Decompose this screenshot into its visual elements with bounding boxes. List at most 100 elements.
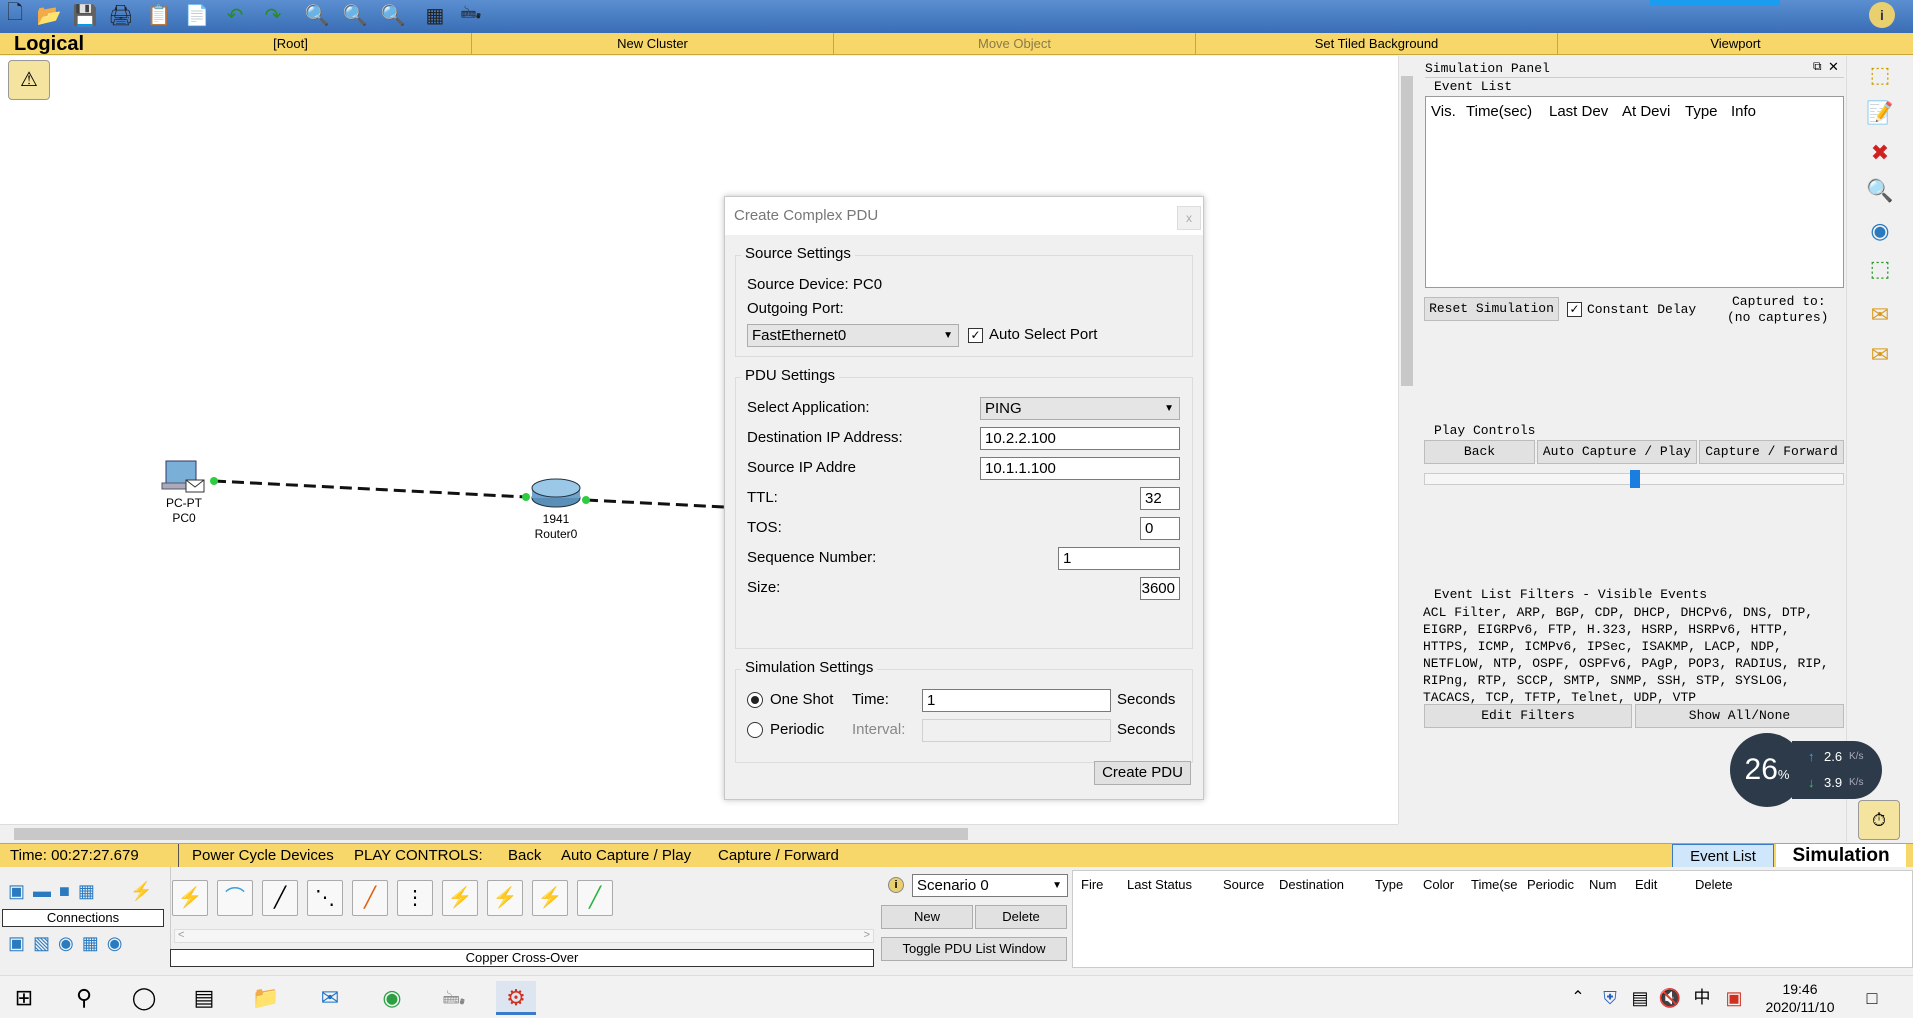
serial-dce-tool[interactable]: ⚡ <box>487 880 523 916</box>
reset-simulation-button[interactable]: Reset Simulation <box>1424 297 1559 321</box>
pdu-col-time[interactable]: Time(se <box>1471 877 1517 892</box>
cortana-icon[interactable]: ◯ <box>124 981 164 1015</box>
col-time[interactable]: Time(sec) <box>1466 103 1532 120</box>
connections-category-icon[interactable]: ⚡ <box>130 881 152 902</box>
add-simple-pdu-icon[interactable]: ✉ <box>1865 300 1895 330</box>
note-icon[interactable]: 📝 <box>1865 98 1895 128</box>
horizontal-scroll-thumb[interactable] <box>14 828 968 840</box>
help-icon[interactable]: i <box>1869 2 1895 28</box>
pdu-col-type[interactable]: Type <box>1375 877 1403 892</box>
inspect-icon[interactable]: 🔍 <box>1865 176 1895 206</box>
select-application-select[interactable]: PING ▼ <box>980 397 1180 420</box>
status-capture-forward-button[interactable]: Capture / Forward <box>718 844 839 868</box>
time-input[interactable]: 1 <box>922 689 1111 712</box>
pdu-col-source[interactable]: Source <box>1223 877 1264 892</box>
redo-icon[interactable]: ↷ <box>260 2 286 28</box>
workspace-vertical-scrollbar[interactable] <box>1398 56 1414 824</box>
delete-icon[interactable]: ✖ <box>1865 138 1895 168</box>
serial-dte-tool[interactable]: ⚡ <box>532 880 568 916</box>
octal-cable-tool[interactable]: ╱ <box>577 880 613 916</box>
antivirus-icon[interactable]: ▣ <box>1714 981 1754 1015</box>
delete-scenario-button[interactable]: Delete <box>975 905 1067 929</box>
workspace-horizontal-scrollbar[interactable] <box>0 824 1398 842</box>
auto-connection-tool[interactable]: ⚡ <box>172 880 208 916</box>
open-icon[interactable]: 📂 <box>36 2 62 28</box>
pdu-col-fire[interactable]: Fire <box>1081 877 1103 892</box>
new-cluster-button[interactable]: New Cluster <box>472 33 834 55</box>
playback-speed-slider[interactable] <box>1424 470 1844 488</box>
file-explorer-icon[interactable]: 📁 <box>246 981 286 1015</box>
pdu-col-edit[interactable]: Edit <box>1635 877 1657 892</box>
mail-icon[interactable]: ✉ <box>310 981 350 1015</box>
wizard-icon[interactable]: 📋 <box>146 2 172 28</box>
tos-input[interactable]: 0 <box>1140 517 1180 540</box>
undo-icon[interactable]: ↶ <box>222 2 248 28</box>
auto-select-port-checkbox[interactable]: ✓ <box>968 328 983 343</box>
palette-icon[interactable]: ▦ <box>422 2 448 28</box>
source-ip-input[interactable]: 10.1.1.100 <box>980 457 1180 480</box>
fiber-tool[interactable]: ╱ <box>352 880 388 916</box>
scenario-info-icon[interactable]: i <box>888 877 904 893</box>
wechat-icon[interactable]: ◉ <box>372 981 412 1015</box>
event-list-table[interactable]: Vis. Time(sec) Last Dev At Devi Type Inf… <box>1425 96 1844 288</box>
capture-forward-button[interactable]: Capture / Forward <box>1699 440 1844 464</box>
print-icon[interactable]: 🖨 <box>108 2 134 28</box>
create-pdu-button[interactable]: Create PDU <box>1094 761 1191 785</box>
edit-filters-button[interactable]: Edit Filters <box>1424 704 1632 728</box>
simulation-mode-icon[interactable]: ⏱ <box>1858 800 1900 840</box>
col-at-devi[interactable]: At Devi <box>1622 103 1670 120</box>
root-button[interactable]: [Root] <box>110 33 472 55</box>
col-type[interactable]: Type <box>1685 103 1718 120</box>
windows-start-icon[interactable]: ⊞ <box>4 981 44 1015</box>
zoom-out-icon[interactable]: 🔍 <box>380 2 406 28</box>
copy-icon[interactable]: 📄 <box>184 2 210 28</box>
save-icon[interactable]: 💾 <box>72 2 98 28</box>
custom-device-icon[interactable]: 🖦 <box>458 2 484 28</box>
viewport-button[interactable]: Viewport <box>1558 33 1913 55</box>
device-subcategory-icons[interactable]: ▣▧◉▦◉ <box>8 933 130 954</box>
col-last-dev[interactable]: Last Dev <box>1549 103 1608 120</box>
pdu-col-destination[interactable]: Destination <box>1279 877 1344 892</box>
event-list-toggle[interactable]: Event List <box>1672 844 1774 868</box>
auto-capture-play-button[interactable]: Auto Capture / Play <box>1537 440 1697 464</box>
outgoing-port-select[interactable]: FastEthernet0 ▼ <box>747 324 959 347</box>
back-button[interactable]: Back <box>1424 440 1535 464</box>
copper-straight-tool[interactable]: ╱ <box>262 880 298 916</box>
toggle-pdu-list-button[interactable]: Toggle PDU List Window <box>881 937 1067 961</box>
power-cycle-button[interactable]: Power Cycle Devices <box>192 844 334 868</box>
playback-speed-handle[interactable] <box>1630 470 1640 488</box>
one-shot-radio[interactable] <box>747 692 763 708</box>
add-complex-pdu-icon[interactable]: ✉ <box>1865 340 1895 370</box>
ttl-input[interactable]: 32 <box>1140 487 1180 510</box>
set-tiled-background-button[interactable]: Set Tiled Background <box>1196 33 1558 55</box>
destination-ip-input[interactable]: 10.2.2.100 <box>980 427 1180 450</box>
pdu-col-last-status[interactable]: Last Status <box>1127 877 1192 892</box>
palette-scrollbar[interactable]: < > <box>174 929 874 943</box>
system-clock[interactable]: 19:46 2020/11/10 <box>1758 980 1842 1016</box>
select-icon[interactable]: ⬚ <box>1865 60 1895 90</box>
zoom-reset-icon[interactable]: 🔍 <box>342 2 368 28</box>
task-view-icon[interactable]: ▤ <box>184 981 224 1015</box>
status-back-button[interactable]: Back <box>508 844 541 868</box>
close-icon[interactable]: ✕ <box>1828 59 1839 75</box>
resize-icon[interactable]: ⬚ <box>1865 254 1895 284</box>
packet-tracer-icon[interactable]: 🖦 <box>434 981 474 1015</box>
copper-cross-over-tool[interactable]: ⋱ <box>307 880 343 916</box>
constant-delay-checkbox[interactable]: ✓ <box>1567 302 1582 317</box>
phone-cable-tool[interactable]: ⋮ <box>397 880 433 916</box>
status-auto-capture-button[interactable]: Auto Capture / Play <box>561 844 691 868</box>
vertical-scroll-thumb[interactable] <box>1401 76 1413 386</box>
pdu-col-color[interactable]: Color <box>1423 877 1454 892</box>
pdu-col-delete[interactable]: Delete <box>1695 877 1733 892</box>
draw-shape-icon[interactable]: ◉ <box>1865 216 1895 246</box>
simulation-mode-tab[interactable]: Simulation <box>1776 844 1906 868</box>
show-all-none-button[interactable]: Show All/None <box>1635 704 1844 728</box>
console-cable-tool[interactable]: ⌒ <box>217 880 253 916</box>
periodic-radio[interactable] <box>747 722 763 738</box>
scenario-select[interactable]: Scenario 0 ▼ <box>912 874 1068 897</box>
active-app-icon[interactable]: ⚙ <box>496 981 536 1015</box>
pdu-list-table[interactable]: Fire Last Status Source Destination Type… <box>1072 870 1913 968</box>
pdu-col-num[interactable]: Num <box>1589 877 1616 892</box>
dialog-close-button[interactable]: x <box>1177 206 1201 230</box>
notification-icon[interactable]: □ <box>1852 981 1892 1015</box>
